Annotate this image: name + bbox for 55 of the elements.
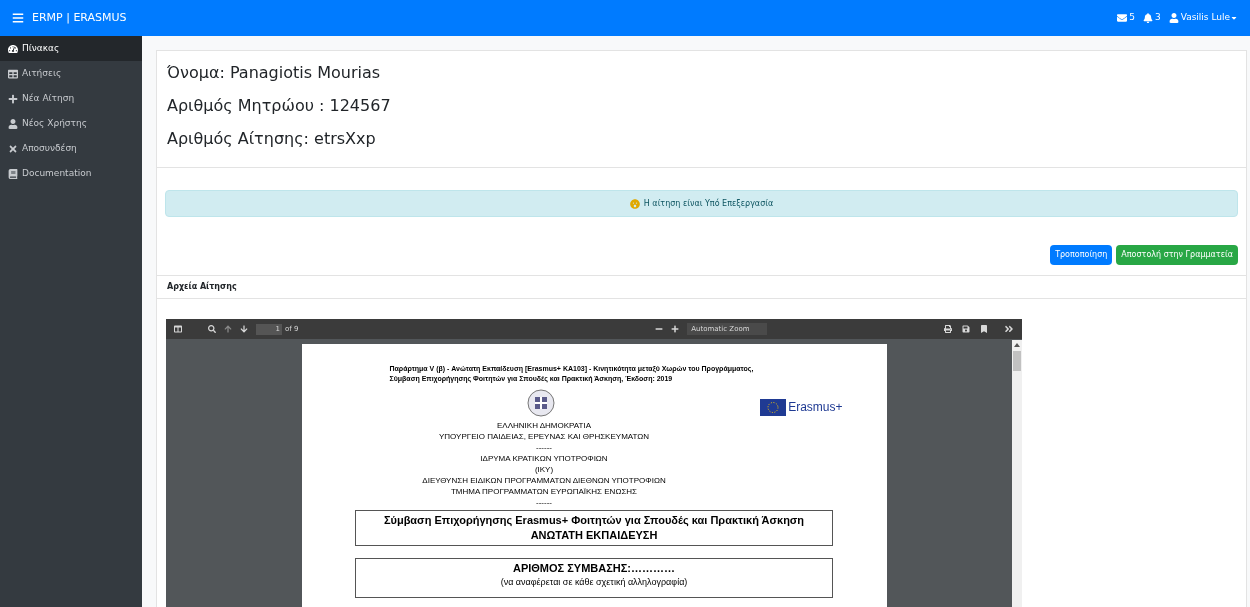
search-icon[interactable] [208, 325, 216, 333]
table-icon [8, 68, 18, 79]
scroll-thumb[interactable] [1013, 351, 1021, 371]
print-icon[interactable] [944, 325, 952, 333]
sidebar-item[interactable]: Documentation [0, 161, 142, 186]
message-count: 5 [1129, 11, 1135, 25]
registry-number: Αριθμός Μητρώου : 124567 [167, 95, 392, 117]
scrollbar[interactable] [1012, 340, 1022, 607]
gauge-icon [8, 43, 18, 54]
user-menu[interactable]: Vasilis Lule [1180, 11, 1230, 25]
sidebar-item[interactable]: Νέος Χρήστης [0, 111, 142, 136]
sidebar-item[interactable]: Αποσυνδέση [0, 136, 142, 161]
authority-line: ΔΙΕΥΘΥΝΣΗ ΕΙΔΙΚΩΝ ΠΡΟΓΡΑΜΜΑΤΩΝ ΔΙΕΘΝΩΝ ΥΠΟΤΡΟΦΙΩΝ [422, 475, 666, 486]
sidebar-item[interactable]: Αιτήσεις [0, 61, 142, 86]
notification-count: 3 [1154, 11, 1161, 25]
bookmark-icon[interactable] [980, 325, 988, 333]
emblem-icon [525, 388, 556, 418]
save-icon[interactable] [962, 325, 970, 333]
brand-link[interactable]: ERMP | ERASMUS [32, 9, 127, 27]
files-heading: Αρχεία Αίτησης [167, 281, 237, 293]
arrow-down-icon[interactable] [240, 325, 248, 333]
user-icon [8, 118, 18, 129]
close-icon [8, 143, 18, 154]
caret-icon[interactable] [1230, 14, 1238, 22]
application-number: Αριθμός Αίτησης: etrsXxp [167, 128, 377, 150]
scroll-up-icon[interactable] [1014, 343, 1020, 347]
status-alert: Η αίτηση είναι Υπό Επεξεργασία [165, 190, 1238, 217]
contract-number: ΑΡΙΘΜΟΣ ΣΥΜΒΑΣΗΣ:………… [512, 561, 676, 576]
authority-line: ΕΛΛΗΝΙΚΗ ΔΗΜΟΚΡΑΤΙΑ [497, 420, 591, 431]
sidebar-item[interactable]: Νέα Αίτηση [0, 86, 142, 111]
zoom-in-icon[interactable] [671, 325, 680, 333]
authority-line: ------ [536, 497, 552, 508]
zoom-out-icon[interactable] [655, 325, 664, 333]
eu-flag-icon [760, 398, 787, 416]
envelope-icon[interactable] [1117, 13, 1128, 23]
book-icon [8, 168, 18, 179]
authority-line: (ΙΚΥ) [534, 464, 554, 475]
user-icon[interactable] [1168, 13, 1179, 23]
authority-line: ------ [536, 442, 552, 453]
sidebar-item[interactable]: Πίνακας [0, 36, 142, 61]
sidebar-toggle-icon[interactable] [174, 325, 182, 333]
authority-line: ΥΠΟΥΡΓΕΙΟ ΠΑΙΔΕΙΑΣ, ΕΡΕΥΝΑΣ ΚΑΙ ΘΡΗΣΚΕΥΜΑΤΩΝ [438, 431, 650, 442]
authority-line: ΤΜΗΜΑ ΠΡΟΓΡΑΜΜΑΤΩΝ ΕΥΡΩΠΑΪΚΗΣ ΕΝΩΣΗΣ [450, 486, 638, 497]
title-line: Σύμβαση Επιχορήγησης Erasmus+ Φοιτητών για Σπουδές και Πρακτική Άσκηση [383, 513, 805, 528]
plus-icon [8, 93, 18, 104]
action-button[interactable]: Τροποποίηση [1050, 245, 1113, 265]
contract-note: (να αναφέρεται σε κάθε σχετική αλληλογραφία) [500, 576, 688, 588]
title-line: ΑΝΩΤΑΤΗ ΕΚΠΑΙΔΕΥΣΗ [530, 528, 658, 543]
menu-icon[interactable] [12, 12, 24, 24]
logo-text: Erasmus+ [788, 399, 843, 416]
more-icon[interactable] [1004, 324, 1014, 334]
authority-line: ΙΔΡΥΜΑ ΚΡΑΤΙΚΩΝ ΥΠΟΤΡΟΦΙΩΝ [480, 453, 608, 464]
student-name: Όνομα: Panagiotis Mourias [167, 62, 382, 84]
bell-icon[interactable] [1142, 13, 1153, 23]
face-icon [629, 198, 640, 209]
